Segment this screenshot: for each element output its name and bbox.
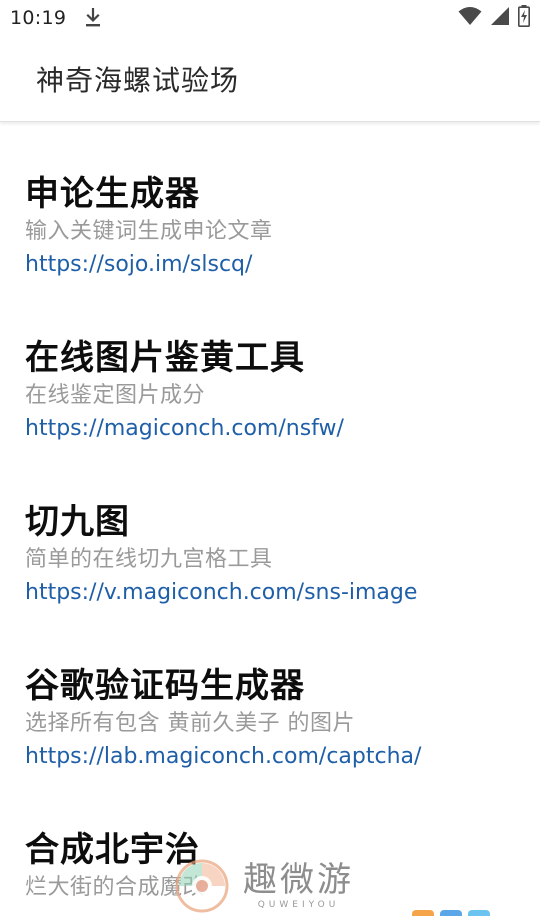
item-title: 合成北宇治 — [25, 830, 200, 870]
battery-charging-icon — [518, 5, 530, 31]
item-title: 申论生成器 — [25, 174, 200, 214]
item-link[interactable]: https://magiconch.com/nsfw/ — [25, 414, 525, 444]
list-item[interactable]: 切九图 简单的在线切九宫格工具 https://v.magiconch.com/… — [25, 502, 525, 608]
item-description: 选择所有包含 黄前久美子 的图片 — [25, 711, 355, 736]
list-item[interactable]: 申论生成器 输入关键词生成申论文章 https://sojo.im/slscq/ — [25, 174, 525, 280]
tool-list[interactable]: 申论生成器 输入关键词生成申论文章 https://sojo.im/slscq/… — [0, 122, 540, 916]
list-item[interactable]: 在线图片鉴黄工具 在线鉴定图片成分 https://magiconch.com/… — [25, 338, 525, 444]
corner-tab-light-blue — [468, 910, 490, 916]
item-title: 在线图片鉴黄工具 — [25, 338, 305, 378]
item-title: 谷歌验证码生成器 — [25, 666, 305, 706]
corner-tab-blue — [440, 910, 462, 916]
download-icon — [84, 7, 102, 29]
signal-icon — [490, 6, 510, 30]
item-link[interactable]: https://sojo.im/slscq/ — [25, 250, 525, 280]
status-icons — [458, 5, 530, 31]
wifi-icon — [458, 6, 482, 30]
item-description: 简单的在线切九宫格工具 — [25, 547, 273, 572]
item-description: 输入关键词生成申论文章 — [25, 219, 273, 244]
list-item[interactable]: 谷歌验证码生成器 选择所有包含 黄前久美子 的图片 https://lab.ma… — [25, 666, 525, 772]
list-item[interactable]: 合成北宇治 烂大街的合成魔改 — [25, 830, 525, 903]
item-description: 在线鉴定图片成分 — [25, 383, 206, 408]
item-link[interactable]: https://v.magiconch.com/sns-image — [25, 578, 525, 608]
item-link[interactable]: https://lab.magiconch.com/captcha/ — [25, 742, 525, 772]
app-bar: 神奇海螺试验场 — [0, 36, 540, 122]
status-bar: 10:19 — [0, 0, 540, 36]
corner-tabs — [412, 910, 490, 916]
status-time: 10:19 — [10, 7, 67, 29]
item-description: 烂大街的合成魔改 — [25, 875, 206, 900]
page-title: 神奇海螺试验场 — [36, 63, 240, 97]
corner-tab-orange — [412, 910, 434, 916]
item-title: 切九图 — [25, 502, 130, 542]
